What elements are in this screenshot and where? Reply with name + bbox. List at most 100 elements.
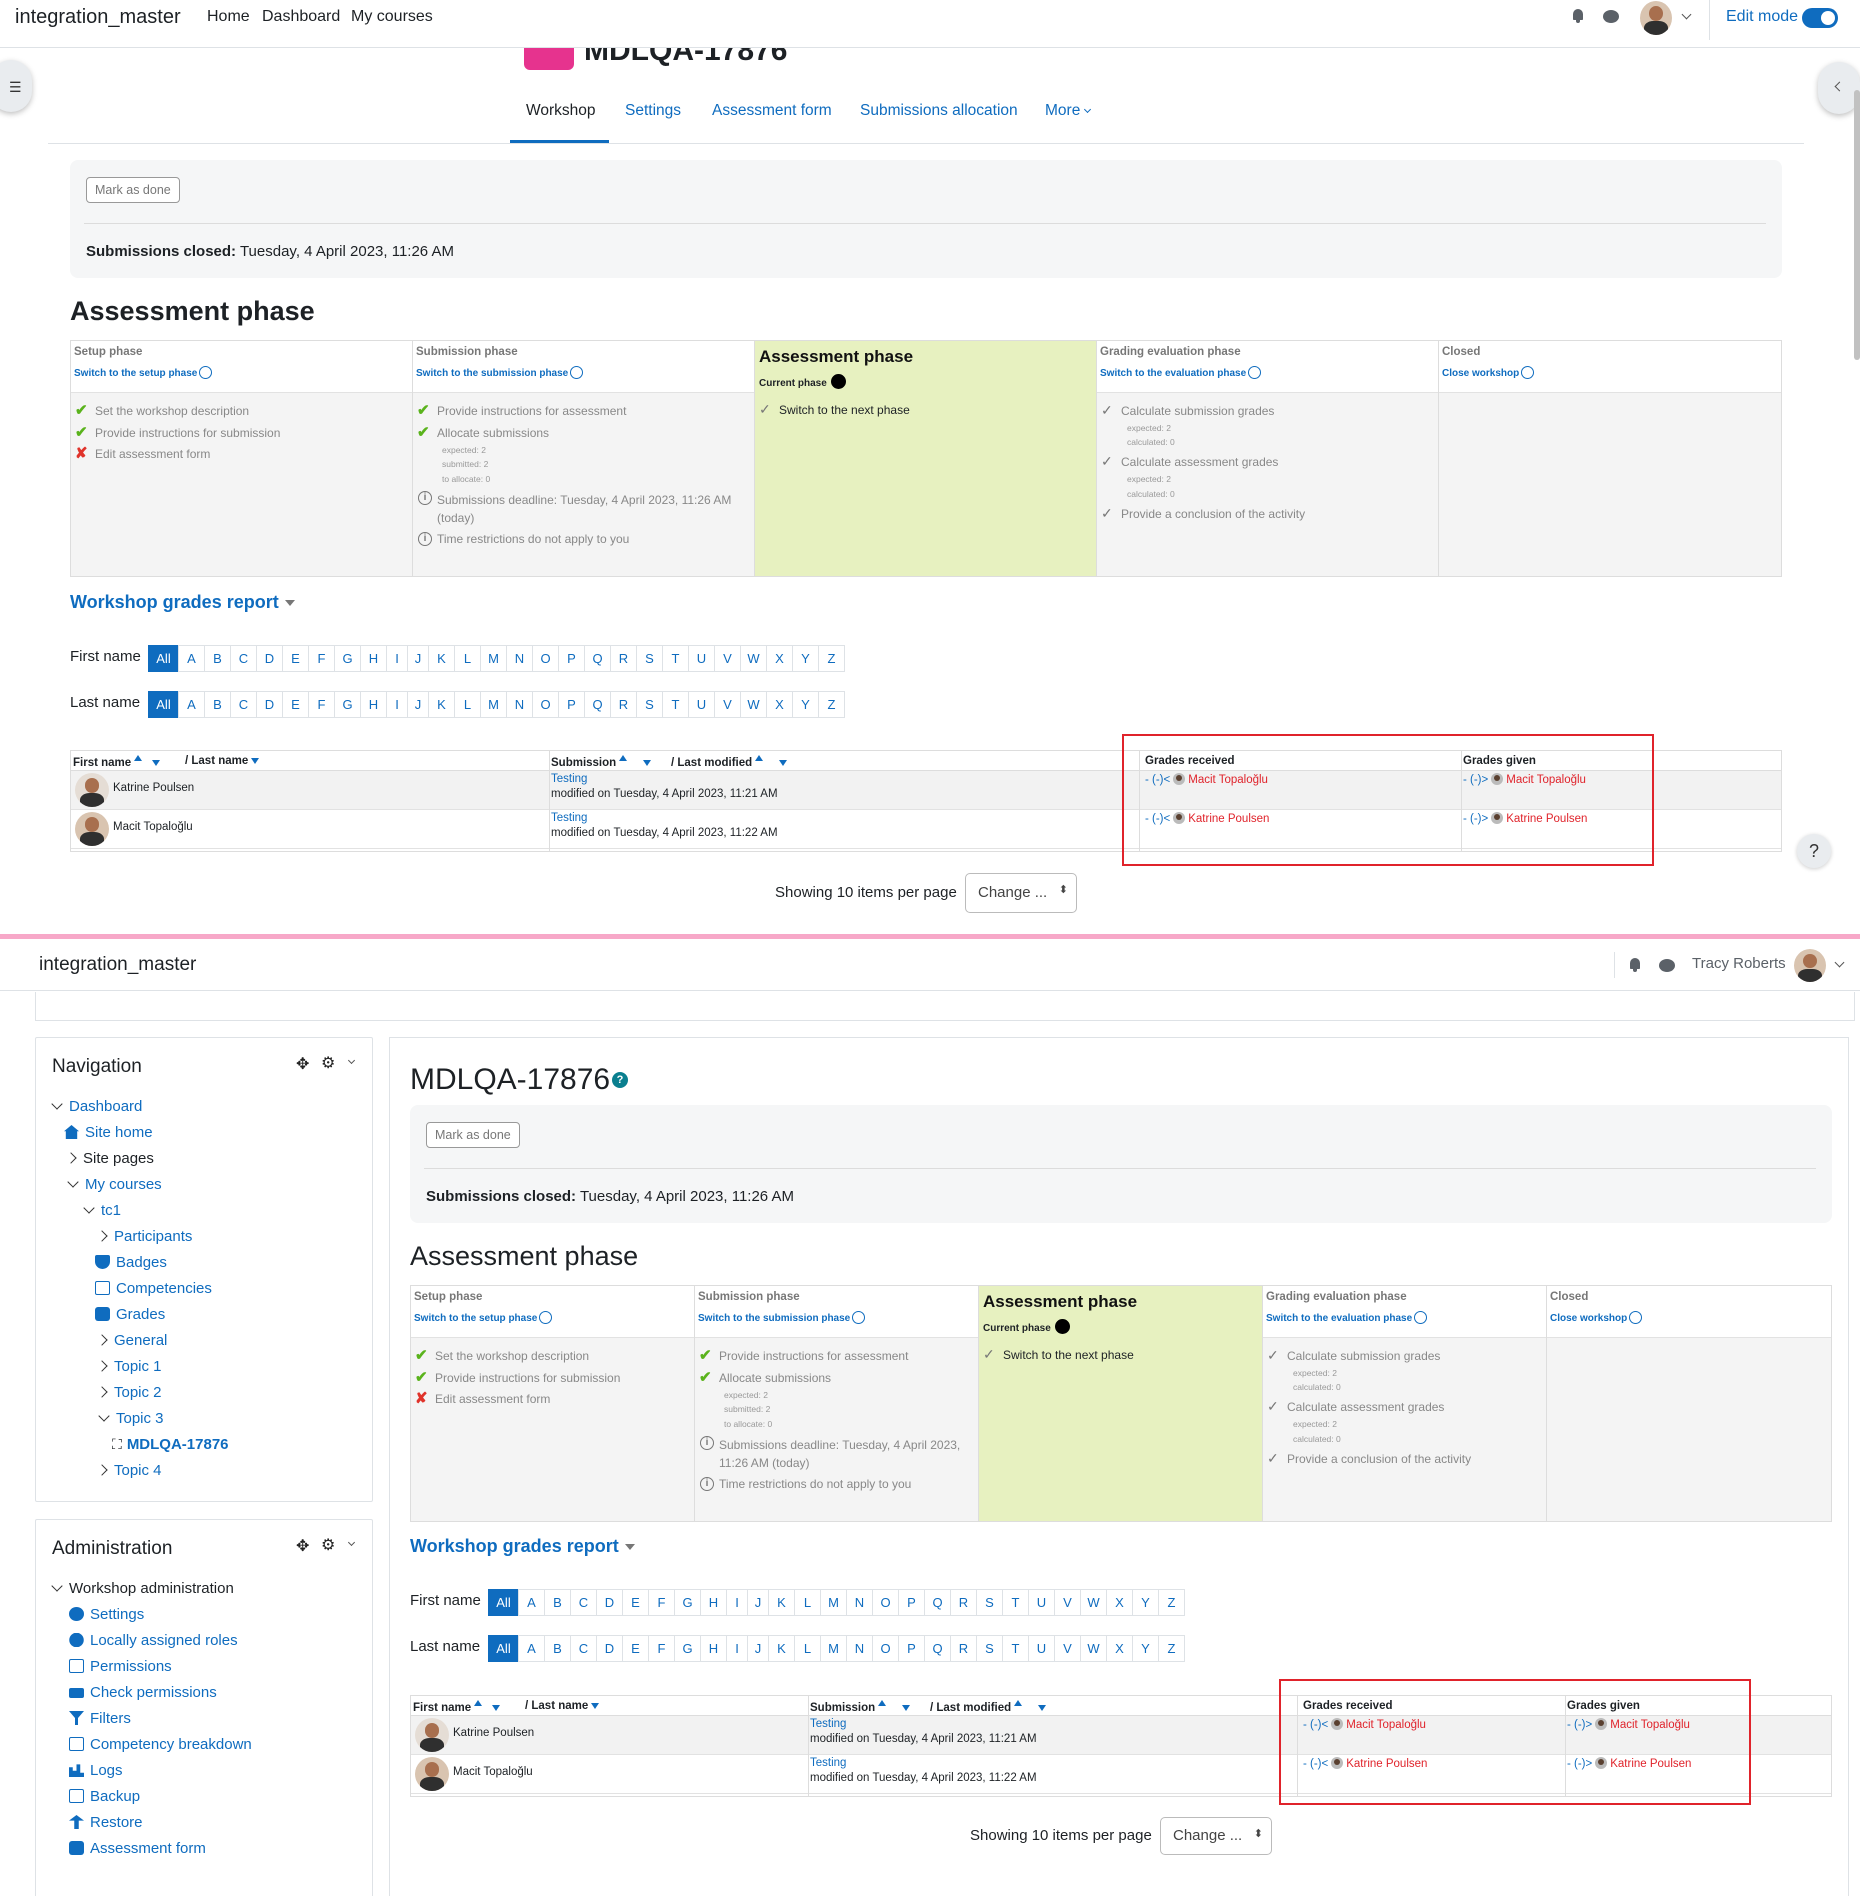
- page-scrollbar[interactable]: [1854, 90, 1860, 360]
- block-actions-chevron-icon[interactable]: [347, 1056, 356, 1065]
- initial-r[interactable]: R: [610, 645, 637, 672]
- initial-v[interactable]: V: [714, 691, 741, 718]
- switch-submission-phase-link[interactable]: Switch to the submission phase: [698, 1311, 866, 1324]
- initial-f[interactable]: F: [308, 645, 335, 672]
- initial-f[interactable]: F: [648, 1635, 675, 1662]
- initial-q[interactable]: Q: [924, 1589, 951, 1616]
- initial-q[interactable]: Q: [584, 691, 611, 718]
- initial-m[interactable]: M: [480, 645, 507, 672]
- initial-l[interactable]: L: [454, 691, 481, 718]
- tab-settings[interactable]: Settings: [625, 102, 681, 120]
- initial-h[interactable]: H: [700, 1635, 727, 1662]
- edit-mode-label[interactable]: Edit mode: [1726, 8, 1798, 26]
- gear-icon[interactable]: ⚙: [321, 1535, 335, 1555]
- initial-g[interactable]: G: [674, 1635, 701, 1662]
- tab-submissions-allocation[interactable]: Submissions allocation: [860, 102, 1018, 120]
- admin-assessment-form[interactable]: Assessment form: [69, 1840, 206, 1857]
- sort-asc-icon[interactable]: [1014, 1700, 1023, 1706]
- initial-e[interactable]: E: [622, 1589, 649, 1616]
- initial-u[interactable]: U: [688, 645, 715, 672]
- initial-v[interactable]: V: [1054, 1589, 1081, 1616]
- initial-x[interactable]: X: [1106, 1635, 1133, 1662]
- per-page-select[interactable]: Change ...: [965, 873, 1077, 913]
- initial-z[interactable]: Z: [818, 645, 845, 672]
- sort-desc-icon[interactable]: [779, 760, 788, 766]
- initial-b[interactable]: B: [544, 1589, 571, 1616]
- switch-setup-phase-link[interactable]: Switch to the setup phase: [414, 1311, 553, 1324]
- admin-logs[interactable]: Logs: [69, 1762, 123, 1779]
- initial-u[interactable]: U: [1028, 1589, 1055, 1616]
- initial-l[interactable]: L: [794, 1635, 821, 1662]
- switch-evaluation-phase-link[interactable]: Switch to the evaluation phase: [1266, 1311, 1428, 1324]
- submission-link[interactable]: Testing: [551, 773, 587, 785]
- initial-p[interactable]: P: [898, 1635, 925, 1662]
- user-menu-chevron-down-icon[interactable]: [1681, 9, 1692, 20]
- move-block-icon[interactable]: ✥: [296, 1054, 309, 1074]
- sort-first-name[interactable]: First name: [413, 1700, 501, 1714]
- initial-u[interactable]: U: [688, 691, 715, 718]
- initial-q[interactable]: Q: [584, 645, 611, 672]
- initial-x[interactable]: X: [1106, 1589, 1133, 1616]
- initial-a[interactable]: A: [518, 1635, 545, 1662]
- initial-i[interactable]: I: [726, 1635, 748, 1662]
- sort-desc-icon[interactable]: [902, 1705, 911, 1711]
- initial-x[interactable]: X: [766, 645, 793, 672]
- admin-restore[interactable]: Restore: [69, 1814, 143, 1831]
- initial-y[interactable]: Y: [1132, 1589, 1159, 1616]
- initial-d[interactable]: D: [256, 691, 283, 718]
- initial-g[interactable]: G: [334, 691, 361, 718]
- initial-t[interactable]: T: [1002, 1635, 1029, 1662]
- nav-site-pages[interactable]: Site pages: [65, 1150, 154, 1167]
- sort-desc-icon[interactable]: [152, 760, 161, 766]
- sort-first-name[interactable]: First name: [73, 755, 161, 769]
- initial-y[interactable]: Y: [792, 645, 819, 672]
- site-brand[interactable]: integration_master: [39, 954, 196, 976]
- gear-icon[interactable]: ⚙: [321, 1053, 335, 1073]
- sort-asc-icon[interactable]: [878, 1700, 887, 1706]
- initial-t[interactable]: T: [1002, 1589, 1029, 1616]
- close-workshop-link[interactable]: Close workshop: [1550, 1311, 1643, 1324]
- switch-submission-phase-link[interactable]: Switch to the submission phase: [416, 366, 584, 379]
- initial-s[interactable]: S: [976, 1635, 1003, 1662]
- initial-z[interactable]: Z: [1158, 1589, 1185, 1616]
- help-button[interactable]: ?: [1797, 834, 1831, 868]
- sort-submission[interactable]: Submission: [810, 1700, 911, 1714]
- initial-y[interactable]: Y: [792, 691, 819, 718]
- initial-e[interactable]: E: [282, 691, 309, 718]
- workshop-grades-report-toggle[interactable]: Workshop grades report: [70, 592, 295, 613]
- initial-all[interactable]: All: [488, 1635, 519, 1662]
- submission-link[interactable]: Testing: [810, 1757, 846, 1769]
- sort-last-modified[interactable]: / Last modified: [930, 1700, 1047, 1714]
- initial-t[interactable]: T: [662, 645, 689, 672]
- initial-k[interactable]: K: [428, 691, 455, 718]
- sort-asc-icon[interactable]: [474, 1700, 483, 1706]
- initial-f[interactable]: F: [308, 691, 335, 718]
- initial-r[interactable]: R: [950, 1635, 977, 1662]
- nav-grades[interactable]: Grades: [95, 1306, 165, 1323]
- initial-o[interactable]: O: [872, 1589, 899, 1616]
- initial-w[interactable]: W: [740, 645, 767, 672]
- nav-topic-3[interactable]: Topic 3: [98, 1410, 164, 1427]
- user-name[interactable]: Tracy Roberts: [1692, 955, 1786, 972]
- initial-a[interactable]: A: [178, 645, 205, 672]
- switch-evaluation-phase-link[interactable]: Switch to the evaluation phase: [1100, 366, 1262, 379]
- initial-m[interactable]: M: [820, 1589, 847, 1616]
- nav-competencies[interactable]: Competencies: [95, 1280, 212, 1297]
- user-avatar[interactable]: [1640, 1, 1672, 35]
- nav-my-courses[interactable]: My courses: [67, 1176, 162, 1193]
- initial-k[interactable]: K: [768, 1635, 795, 1662]
- initial-k[interactable]: K: [768, 1589, 795, 1616]
- admin-locally-assigned-roles[interactable]: Locally assigned roles: [69, 1632, 238, 1649]
- user-menu-chevron-down-icon[interactable]: [1834, 957, 1845, 968]
- initial-o[interactable]: O: [532, 691, 559, 718]
- initial-d[interactable]: D: [596, 1589, 623, 1616]
- sort-submission[interactable]: Submission: [551, 755, 652, 769]
- initial-r[interactable]: R: [610, 691, 637, 718]
- initial-n[interactable]: N: [846, 1635, 873, 1662]
- nav-site-home[interactable]: Site home: [64, 1124, 153, 1141]
- initial-e[interactable]: E: [282, 645, 309, 672]
- sort-desc-icon[interactable]: [1038, 1705, 1047, 1711]
- nav-course-tc1[interactable]: tc1: [83, 1202, 121, 1219]
- block-actions-chevron-icon[interactable]: [347, 1538, 356, 1547]
- initial-g[interactable]: G: [334, 645, 361, 672]
